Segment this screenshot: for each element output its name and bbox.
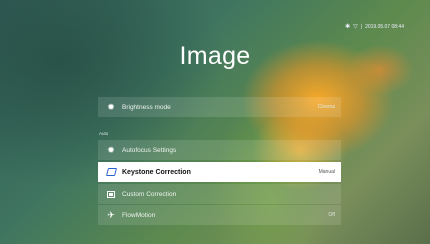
menu-item-custom-correction[interactable]: Custom Correction xyxy=(98,184,341,204)
wifi-icon: ▽ xyxy=(353,24,358,30)
menu-item-keystone-correction[interactable]: Keystone Correction Manual xyxy=(98,162,341,182)
flowmotion-icon: ✈ xyxy=(107,209,115,220)
image-settings-screen: { "status": { "datetime": "2019.05.07 08… xyxy=(0,0,430,244)
menu-item-value: Off xyxy=(328,212,335,218)
section-label: Auto xyxy=(99,131,109,136)
custom-correction-icon xyxy=(106,189,116,199)
sun-icon: ✹ xyxy=(107,144,115,155)
page-title: Image xyxy=(179,42,251,70)
menu-item-value: Cinema xyxy=(317,104,335,110)
bluetooth-icon: ✱ xyxy=(345,24,351,30)
menu-item-value: Manual xyxy=(318,169,335,175)
menu-item-autofocus-settings[interactable]: ✹ Autofocus Settings xyxy=(98,140,341,160)
menu-item-label: Brightness mode xyxy=(122,103,171,111)
datetime: 2019.05.07 08:44 xyxy=(365,24,404,30)
menu-item-brightness-mode[interactable]: ✹ Brightness mode Cinema xyxy=(98,97,341,117)
menu-item-label: Custom Correction xyxy=(122,190,177,198)
keystone-icon xyxy=(105,167,117,177)
status-bar: ✱ ▽ | 2019.05.07 08:44 xyxy=(345,24,404,30)
menu-item-label: Autofocus Settings xyxy=(122,146,177,154)
menu-item-label: Keystone Correction xyxy=(122,168,191,176)
brightness-icon: ✹ xyxy=(107,101,115,112)
menu-item-flowmotion[interactable]: ✈ FlowMotion Off xyxy=(98,205,341,225)
status-separator: | xyxy=(360,24,363,30)
menu-item-label: FlowMotion xyxy=(122,211,156,219)
